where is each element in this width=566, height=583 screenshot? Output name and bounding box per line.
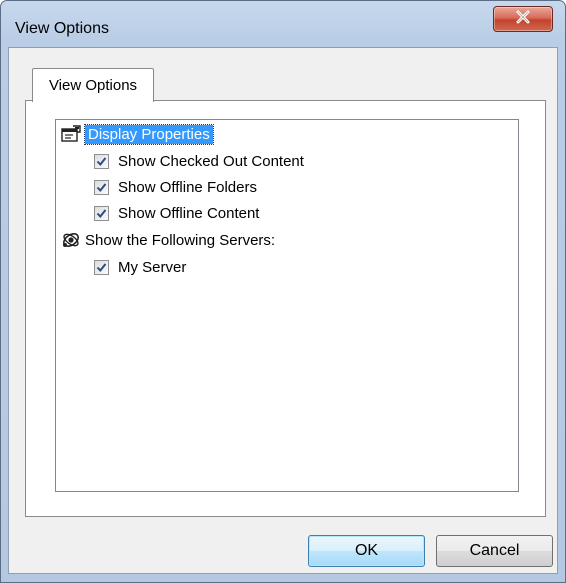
options-tree[interactable]: Display Properties Show Checked Out Cont…: [55, 119, 519, 492]
tree-item-show-offline-folders[interactable]: Show Offline Folders: [94, 176, 257, 198]
tree-item-label: Show Offline Content: [118, 204, 260, 222]
tab-label: View Options: [48, 77, 138, 94]
cancel-button[interactable]: Cancel: [436, 535, 553, 567]
window-title: View Options: [15, 20, 109, 37]
checkbox[interactable]: [94, 179, 109, 195]
tree-group-display-properties[interactable]: Display Properties: [60, 123, 214, 145]
checkmark-icon: [96, 182, 107, 192]
checkmark-icon: [96, 208, 107, 218]
checkbox[interactable]: [94, 153, 109, 169]
tree-group-label: Display Properties: [84, 123, 214, 145]
view-options-dialog: View Options View Options Display Proper…: [0, 0, 566, 583]
tree-group-servers[interactable]: Show the Following Servers:: [60, 229, 275, 251]
tree-item-label: Show Checked Out Content: [118, 152, 304, 170]
tree-item-label: My Server: [118, 258, 187, 276]
tree-item-show-offline-content[interactable]: Show Offline Content: [94, 202, 259, 224]
checkbox[interactable]: [94, 205, 109, 221]
checkbox[interactable]: [94, 259, 109, 275]
checkmark-icon: [96, 262, 107, 272]
servers-icon: [60, 229, 82, 251]
tree-item-my-server[interactable]: My Server: [94, 256, 186, 278]
tree-item-label: Show Offline Folders: [118, 178, 257, 196]
tree-item-show-checked-out-content[interactable]: Show Checked Out Content: [94, 150, 304, 172]
tab-view-options[interactable]: View Options: [32, 68, 154, 102]
close-icon: [515, 10, 531, 29]
properties-icon: [60, 123, 82, 145]
tree-group-label: Show the Following Servers:: [85, 231, 276, 249]
close-button[interactable]: [493, 6, 553, 32]
checkmark-icon: [96, 156, 107, 166]
dialog-client-area: View Options Display Properties Show Che…: [8, 47, 558, 574]
ok-button[interactable]: OK: [308, 535, 425, 567]
tab-panel: Display Properties Show Checked Out Cont…: [25, 100, 546, 517]
